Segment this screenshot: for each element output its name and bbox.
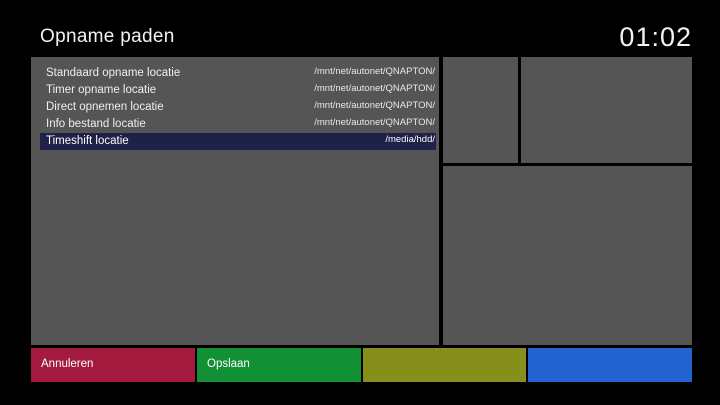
- setting-value: /mnt/net/autonet/QNAPTON/: [314, 100, 435, 111]
- blue-button[interactable]: [528, 348, 692, 382]
- cancel-button[interactable]: Annuleren: [31, 348, 195, 382]
- setting-value: /mnt/net/autonet/QNAPTON/: [314, 83, 435, 94]
- setting-label: Timeshift locatie: [46, 135, 129, 147]
- page-title: Opname paden: [40, 26, 175, 47]
- setting-label: Info bestand locatie: [46, 118, 146, 130]
- setting-row-timeshift[interactable]: Timeshift locatie /media/hdd/: [40, 133, 436, 150]
- setting-value: /mnt/net/autonet/QNAPTON/: [314, 117, 435, 128]
- save-button-label: Opslaan: [207, 358, 250, 370]
- cancel-button-label: Annuleren: [41, 358, 94, 370]
- settings-panel: Standaard opname locatie /mnt/net/autone…: [31, 57, 439, 345]
- preview-panel-large: [521, 57, 692, 163]
- preview-panel-small: [443, 57, 518, 163]
- description-panel: [443, 166, 692, 345]
- setting-label: Timer opname locatie: [46, 84, 157, 96]
- setting-value: /mnt/net/autonet/QNAPTON/: [314, 66, 435, 77]
- yellow-button[interactable]: [363, 348, 526, 382]
- settings-list: Standaard opname locatie /mnt/net/autone…: [40, 65, 436, 150]
- save-button[interactable]: Opslaan: [197, 348, 361, 382]
- setting-value: /media/hdd/: [385, 134, 435, 145]
- setting-row-info-file[interactable]: Info bestand locatie /mnt/net/autonet/QN…: [40, 116, 436, 133]
- clock: 01:02: [619, 22, 692, 52]
- setting-label: Standaard opname locatie: [46, 67, 181, 79]
- setting-label: Direct opnemen locatie: [46, 101, 164, 113]
